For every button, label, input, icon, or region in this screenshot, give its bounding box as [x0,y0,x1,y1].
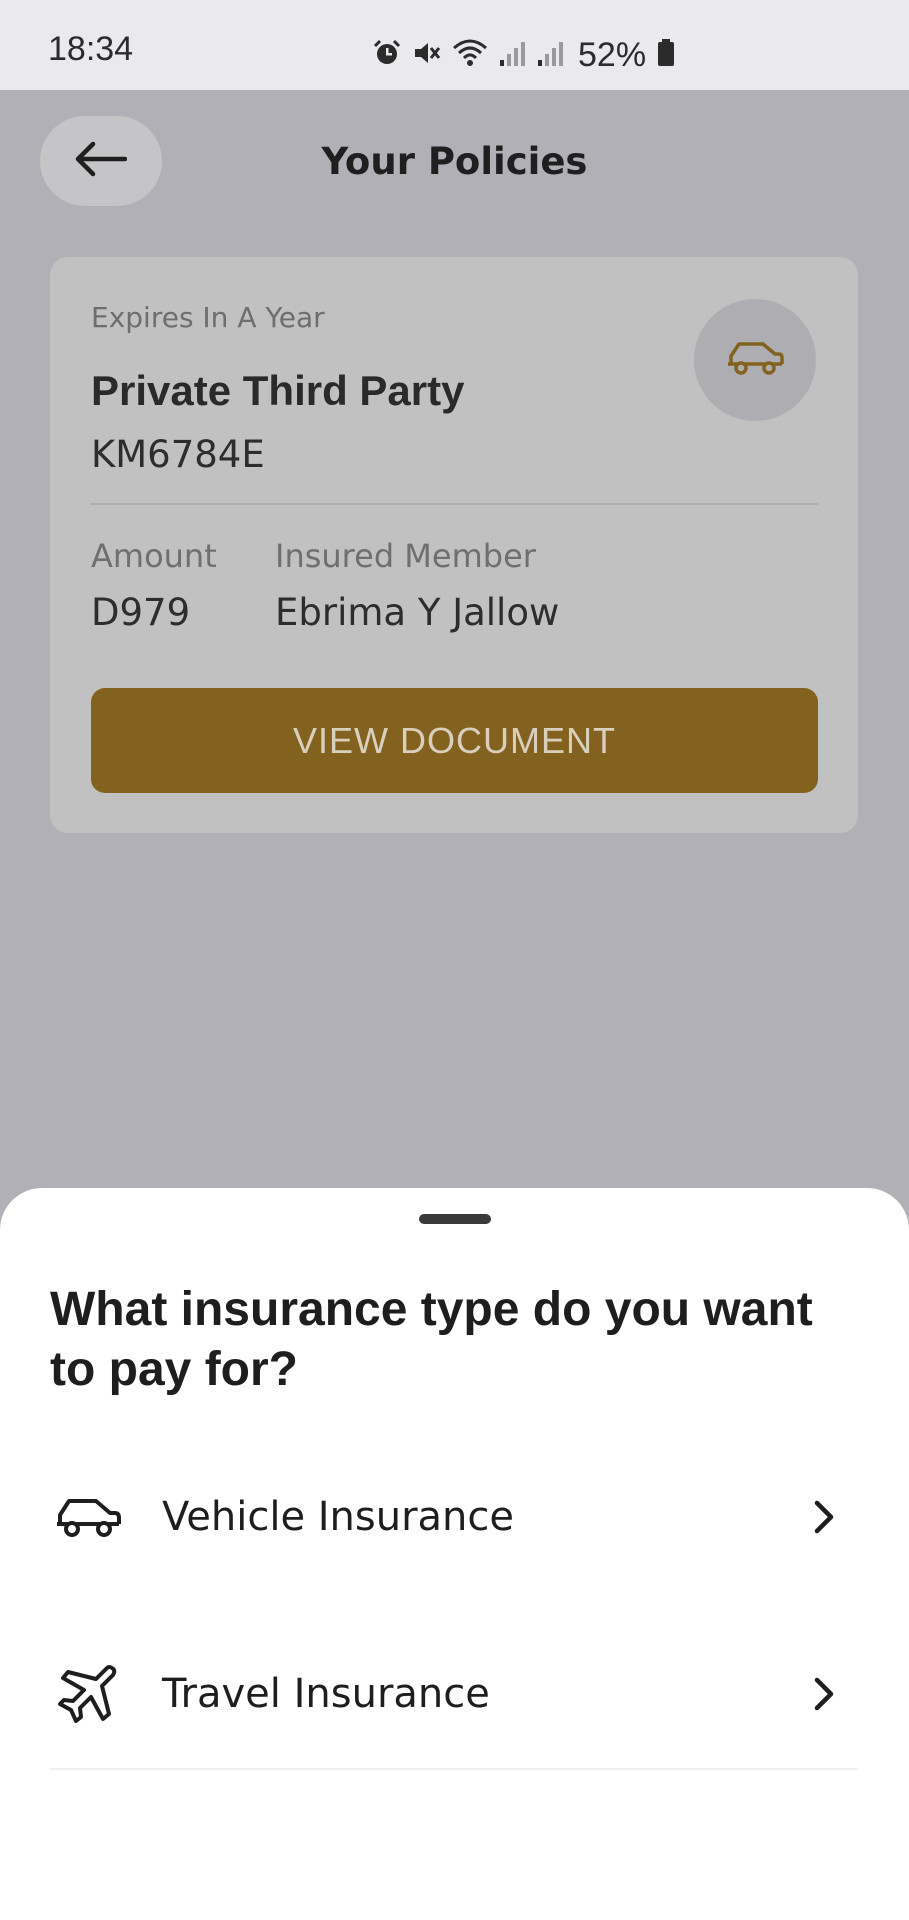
card-divider [91,503,818,505]
airplane-icon [50,1656,126,1732]
wifi-icon [452,38,488,72]
signal-icon [536,38,564,72]
policy-type-badge [694,299,816,421]
status-bar: 18:34 52% [0,0,909,90]
battery-icon [656,38,676,72]
car-icon [50,1479,126,1555]
alarm-icon [372,38,402,72]
amount-value: D979 [91,591,191,634]
battery-percent: 52% [578,35,647,74]
insured-member-label: Insured Member [275,537,536,575]
insured-member-value: Ebrima Y Jallow [275,591,560,634]
policy-name: Private Third Party [91,367,465,414]
view-document-button[interactable]: VIEW DOCUMENT [91,688,818,793]
mute-icon [412,38,442,72]
chevron-right-icon [804,1674,844,1714]
status-time: 18:34 [48,30,134,68]
status-icons: 52% [372,30,676,80]
sheet-title: What insurance type do you want to pay f… [50,1283,813,1396]
sheet-drag-handle[interactable] [419,1214,491,1224]
option-label: Travel Insurance [162,1671,490,1717]
insurance-type-sheet: What insurance type do you want to pay f… [0,1188,909,1920]
option-vehicle-insurance[interactable]: Vehicle Insurance [50,1457,858,1577]
policy-number: KM6784E [91,433,265,476]
signal-icon [498,38,526,72]
amount-label: Amount [91,537,217,575]
page-title: Your Policies [321,140,588,183]
option-label: Vehicle Insurance [162,1494,515,1540]
chevron-right-icon [804,1497,844,1537]
car-icon [725,338,785,382]
policy-expiry: Expires In A Year [91,301,325,334]
sheet-divider [50,1768,858,1770]
option-travel-insurance[interactable]: Travel Insurance [50,1634,858,1754]
policy-card[interactable]: Expires In A Year Private Third Party KM… [50,257,858,833]
